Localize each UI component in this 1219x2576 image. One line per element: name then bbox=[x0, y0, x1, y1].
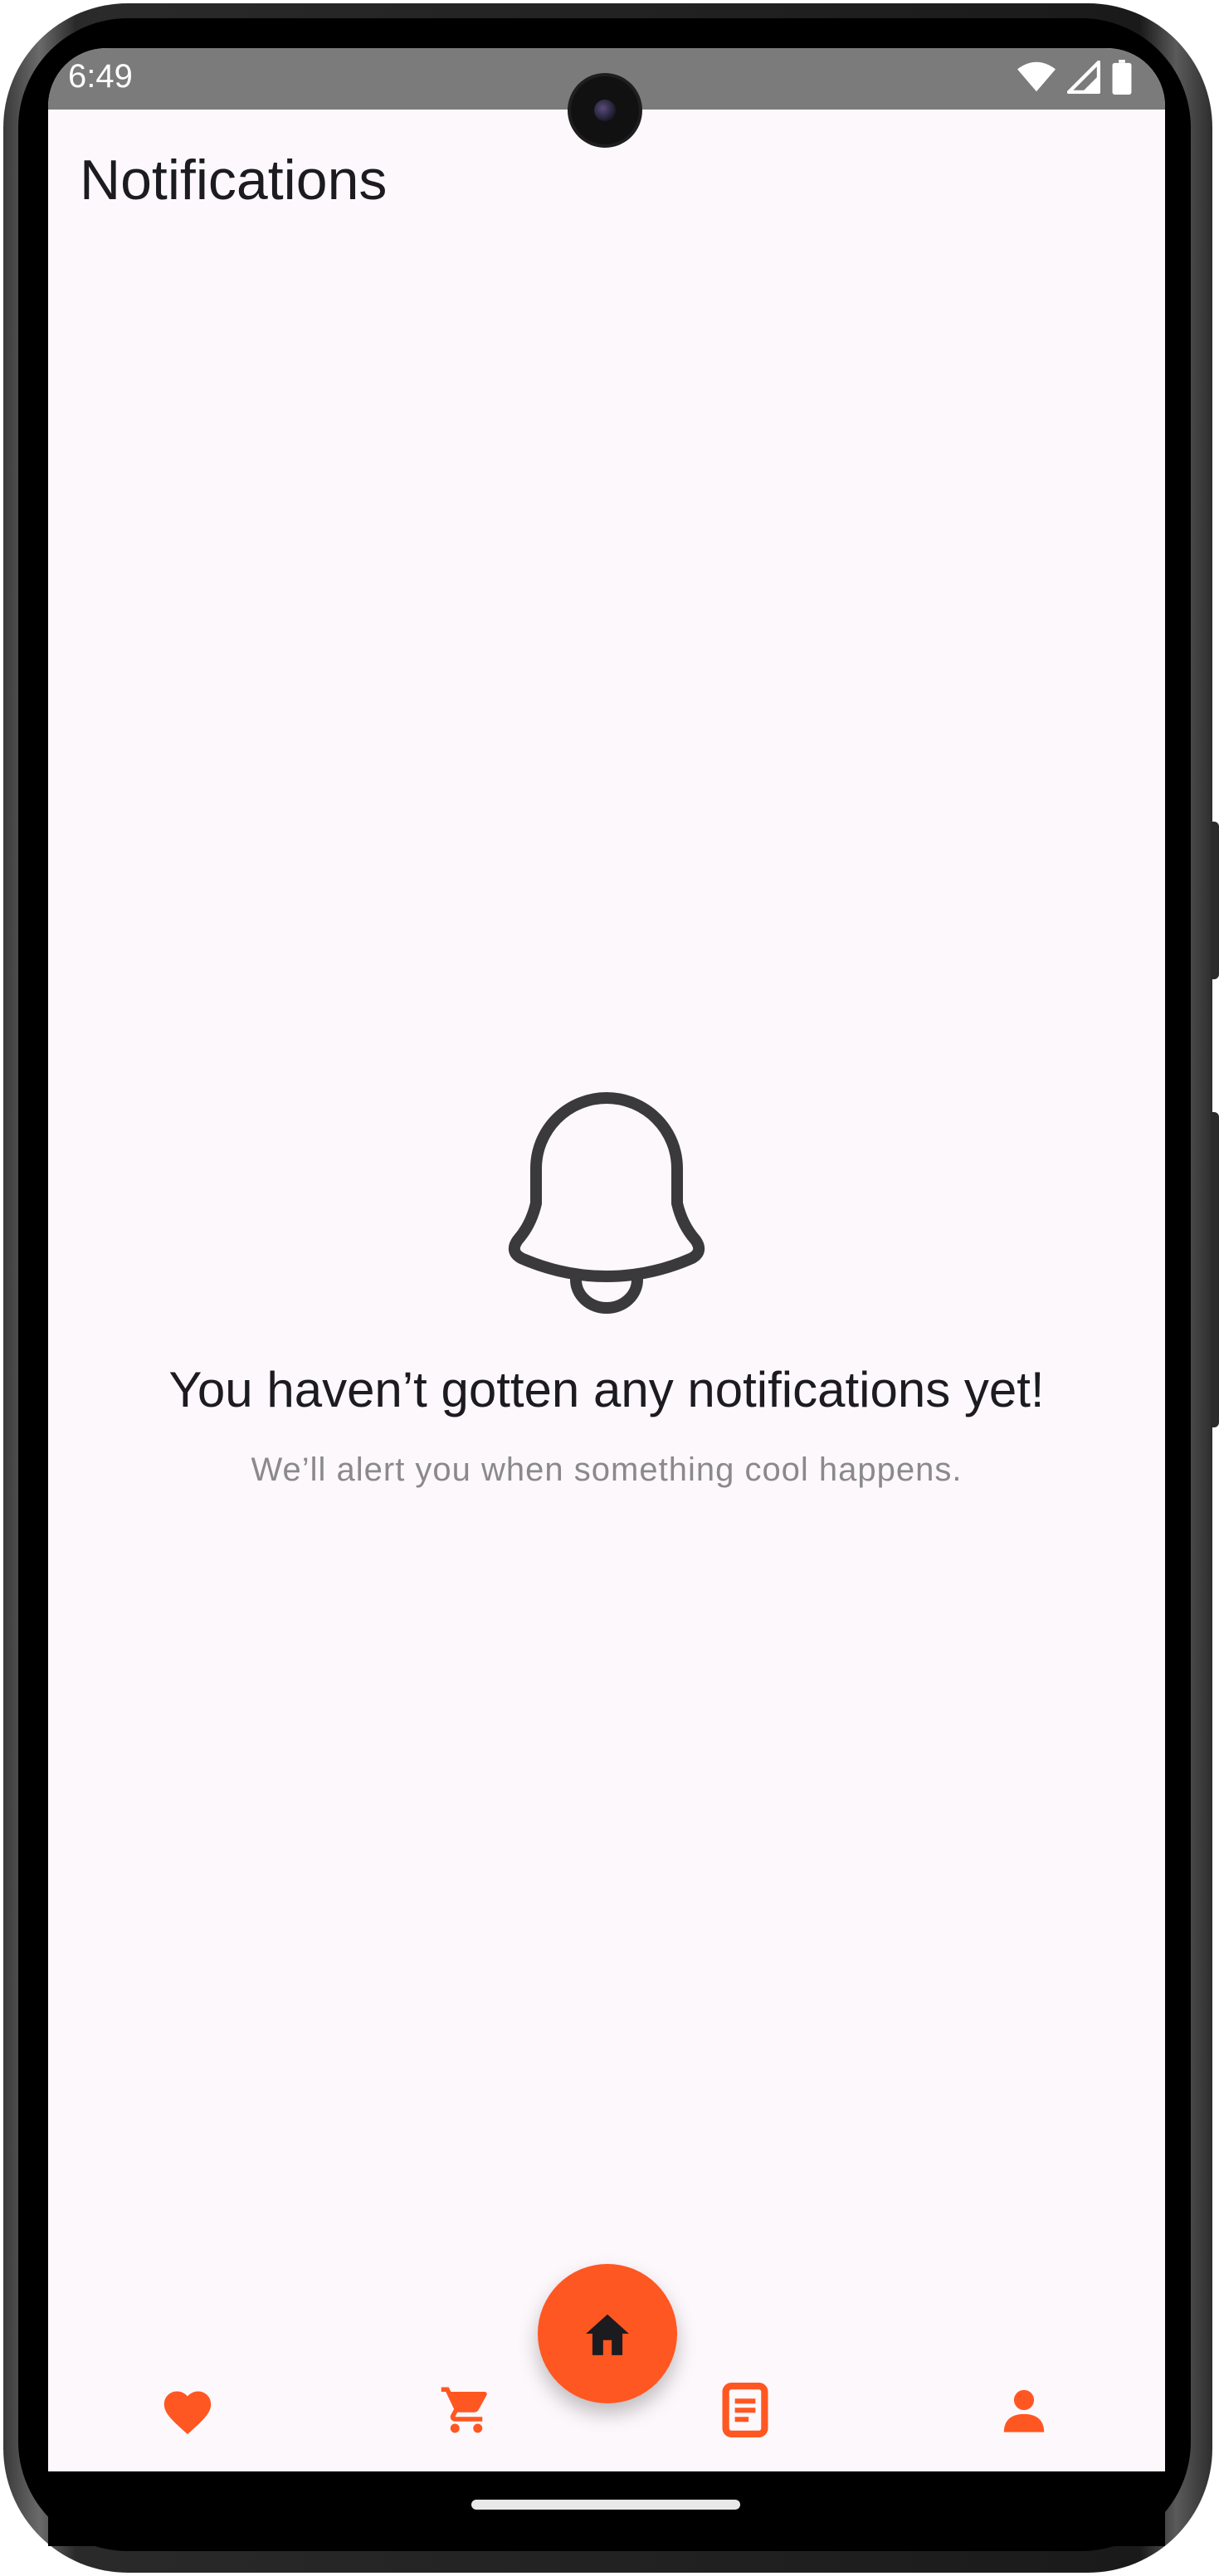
status-icons bbox=[1017, 60, 1132, 99]
phone-device: 6:49 Notifications You haven’t gotten an… bbox=[0, 0, 1219, 2576]
document-icon bbox=[722, 2383, 768, 2437]
nav-orders[interactable] bbox=[712, 2377, 778, 2443]
status-time: 6:49 bbox=[68, 58, 133, 95]
empty-state-heading: You haven’t gotten any notifications yet… bbox=[168, 1362, 1045, 1417]
empty-state-subtext: We’ll alert you when something cool happ… bbox=[251, 1451, 963, 1488]
home-fab-button[interactable] bbox=[538, 2264, 677, 2403]
nav-favorites[interactable] bbox=[154, 2377, 221, 2443]
heart-icon bbox=[163, 2391, 212, 2435]
power-button bbox=[1211, 1112, 1219, 1427]
app-screen: 6:49 Notifications You haven’t gotten an… bbox=[48, 48, 1165, 2471]
home-icon bbox=[586, 2314, 629, 2355]
page-title: Notifications bbox=[80, 149, 388, 212]
wifi-icon bbox=[1017, 61, 1056, 98]
nav-cart[interactable] bbox=[433, 2377, 500, 2443]
bell-icon bbox=[508, 1092, 705, 1314]
signal-icon bbox=[1066, 60, 1101, 98]
nav-profile[interactable] bbox=[991, 2377, 1057, 2443]
cart-icon bbox=[441, 2387, 487, 2433]
battery-icon bbox=[1112, 60, 1132, 99]
empty-state: You haven’t gotten any notifications yet… bbox=[48, 1086, 1165, 1489]
volume-button bbox=[1211, 822, 1219, 979]
home-indicator[interactable] bbox=[471, 2500, 740, 2510]
person-icon bbox=[1003, 2389, 1045, 2432]
front-camera bbox=[571, 76, 639, 144]
